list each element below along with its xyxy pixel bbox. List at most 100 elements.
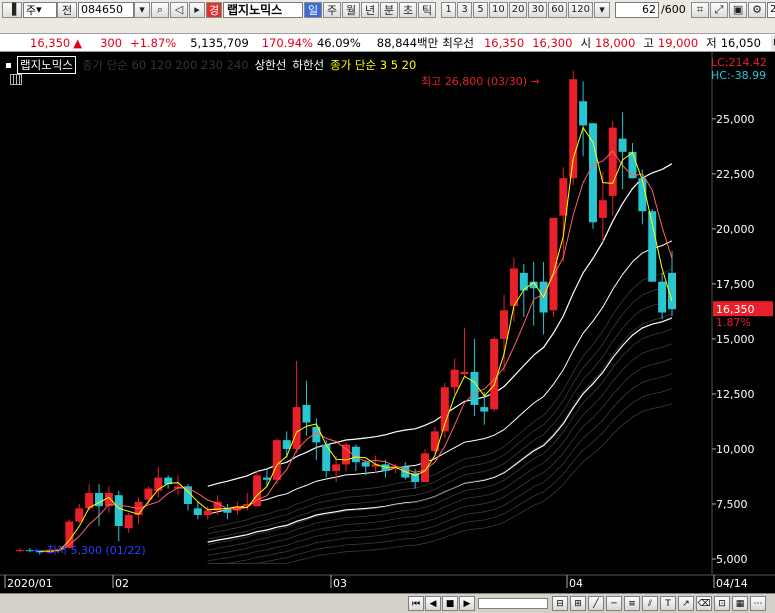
volume-ratio: 170.94% xyxy=(261,35,313,50)
candle-body xyxy=(579,101,588,126)
grid-toggle-icon[interactable] xyxy=(10,74,22,85)
period-tab[interactable]: 분 xyxy=(380,1,398,18)
candle-body xyxy=(75,508,84,522)
chart-type-icon[interactable]: ⤢ xyxy=(710,1,729,18)
zoom-in-icon[interactable]: ⊞ xyxy=(570,596,586,611)
x-tick-label: 04/14 xyxy=(716,577,748,590)
crosshair-icon[interactable]: ⌗ xyxy=(691,1,710,18)
change-rate: +1.87% xyxy=(130,35,177,50)
candle-body xyxy=(302,404,311,423)
count-input[interactable]: 62 xyxy=(615,1,660,18)
y-tick-label: 5,000 xyxy=(716,553,748,566)
candle-body xyxy=(282,440,291,449)
candle-body xyxy=(628,151,637,179)
order-tail[interactable]: 매 xyxy=(770,34,775,51)
interval-button[interactable]: 10 xyxy=(489,1,508,18)
stock-code-input[interactable]: 084650 xyxy=(78,1,134,18)
interval-button[interactable]: 60 xyxy=(548,1,567,18)
zoom-slider[interactable] xyxy=(478,598,548,609)
scroll-first-icon[interactable]: ⏮ xyxy=(408,596,424,611)
interval-button[interactable]: 120 xyxy=(567,1,594,18)
period-tab[interactable]: 초 xyxy=(399,1,417,18)
market-select[interactable]: 주 ▾ xyxy=(23,1,57,18)
price-chart[interactable]: 25,000 22,500 20,000 17,500 15,000 12,500 10,0… xyxy=(0,52,775,593)
zoom-out-icon[interactable]: ⊟ xyxy=(552,596,568,611)
candle-body xyxy=(193,508,202,515)
y-tick-label: 20,000 xyxy=(716,223,755,236)
last-rate-label: 1.87% xyxy=(716,316,751,329)
candle-body xyxy=(618,138,627,152)
stock-name: 랩지노믹스 xyxy=(223,1,303,18)
high-price: 19,000 xyxy=(657,35,699,50)
scroll-prev-icon[interactable]: ◀ xyxy=(425,596,441,611)
draw-arrow-icon[interactable]: ↗ xyxy=(678,596,694,611)
interval-button[interactable]: 3 xyxy=(457,1,472,18)
candle-body xyxy=(25,550,34,552)
year-value: 202 xyxy=(770,4,775,15)
code-dropdown-icon[interactable]: ▾ xyxy=(134,1,150,18)
layout-icon[interactable]: ▦ xyxy=(732,596,748,611)
count-value: 62 xyxy=(642,3,657,16)
y-tick-label: 15,000 xyxy=(716,333,755,346)
lower-band-line xyxy=(207,317,673,543)
y-tick-label: 10,000 xyxy=(716,443,755,456)
max-price-label: 최고 26,800 (03/30) → xyxy=(421,75,540,88)
settings-icon[interactable]: ⚙ xyxy=(748,1,767,18)
interval-button[interactable]: 30 xyxy=(528,1,548,18)
candle-body xyxy=(480,407,489,412)
search-icon[interactable]: ⌕ xyxy=(151,1,169,18)
save-icon[interactable]: ▣ xyxy=(729,1,748,18)
y-tick-label: 22,500 xyxy=(716,168,755,181)
interval-button[interactable]: 20 xyxy=(508,1,528,18)
period-tab[interactable]: 주 xyxy=(323,1,341,18)
period-tab[interactable]: 틱 xyxy=(418,1,436,18)
panel-toggle-icon[interactable]: ▐ xyxy=(2,1,22,18)
scroll-next-icon[interactable]: ▶ xyxy=(459,596,475,611)
y-tick-label: 12,500 xyxy=(716,388,755,401)
price-change: 300 xyxy=(100,35,123,50)
period-tab[interactable]: 일 xyxy=(304,1,322,18)
draw-erase-icon[interactable]: ⌫ xyxy=(696,596,712,611)
draw-horizontal-icon[interactable]: ─ xyxy=(606,596,622,611)
candle-body xyxy=(490,338,499,410)
lc-label: LC:214.42 xyxy=(711,56,767,69)
draw-text-icon[interactable]: T xyxy=(660,596,676,611)
total-value: /600 xyxy=(661,3,686,16)
up-arrow-icon: ▲ xyxy=(73,35,83,50)
trade-amount: 88,844백만 xyxy=(376,35,439,50)
draw-channel-icon[interactable]: ⫽ xyxy=(642,596,658,611)
candle-body xyxy=(470,371,479,405)
chart-area[interactable]: 25,000 22,500 20,000 17,500 15,000 12,500 10,0… xyxy=(0,52,775,593)
volume: 5,135,709 xyxy=(190,35,249,50)
interval-dropdown-icon[interactable]: ▾ xyxy=(594,1,611,18)
candle-body xyxy=(460,371,469,375)
draw-fib-icon[interactable]: ≡ xyxy=(624,596,640,611)
year-input[interactable]: 202 xyxy=(767,1,775,18)
y-tick-label: 25,000 xyxy=(716,113,755,126)
candle-body xyxy=(569,79,578,179)
draw-line-icon[interactable]: ╱ xyxy=(588,596,604,611)
open-price: 18,000 xyxy=(595,35,636,50)
candle-body xyxy=(114,495,123,526)
y-tick-label: 7,500 xyxy=(716,498,748,511)
x-tick-label: 04 xyxy=(569,577,583,590)
chart-legend: 랩지노믹스 종가 단순 60 120 200 230 240 상한선 하한선 종… xyxy=(6,56,416,74)
total-label: /600 xyxy=(659,2,691,18)
maximize-icon[interactable]: ⊡ xyxy=(714,596,730,611)
bid-price: 16,300 xyxy=(532,35,573,50)
period-tab[interactable]: 년 xyxy=(361,1,379,18)
interval-button[interactable]: 1 xyxy=(441,1,456,18)
candle-body xyxy=(203,510,212,515)
candle-body xyxy=(292,407,301,449)
more-icon[interactable]: ⋯ xyxy=(750,596,766,611)
type-button[interactable]: 전 xyxy=(57,1,77,18)
candle-body xyxy=(361,462,370,467)
long-ma-line xyxy=(207,298,673,540)
speaker-icon[interactable]: ◁ xyxy=(170,1,188,18)
legend-lower: 하한선 xyxy=(292,58,325,72)
interval-button[interactable]: 5 xyxy=(473,1,488,18)
x-tick-label: 03 xyxy=(333,577,347,590)
period-tab[interactable]: 월 xyxy=(342,1,360,18)
stop-icon[interactable]: ■ xyxy=(442,596,458,611)
scroll-icon[interactable]: ▸ xyxy=(189,1,205,18)
